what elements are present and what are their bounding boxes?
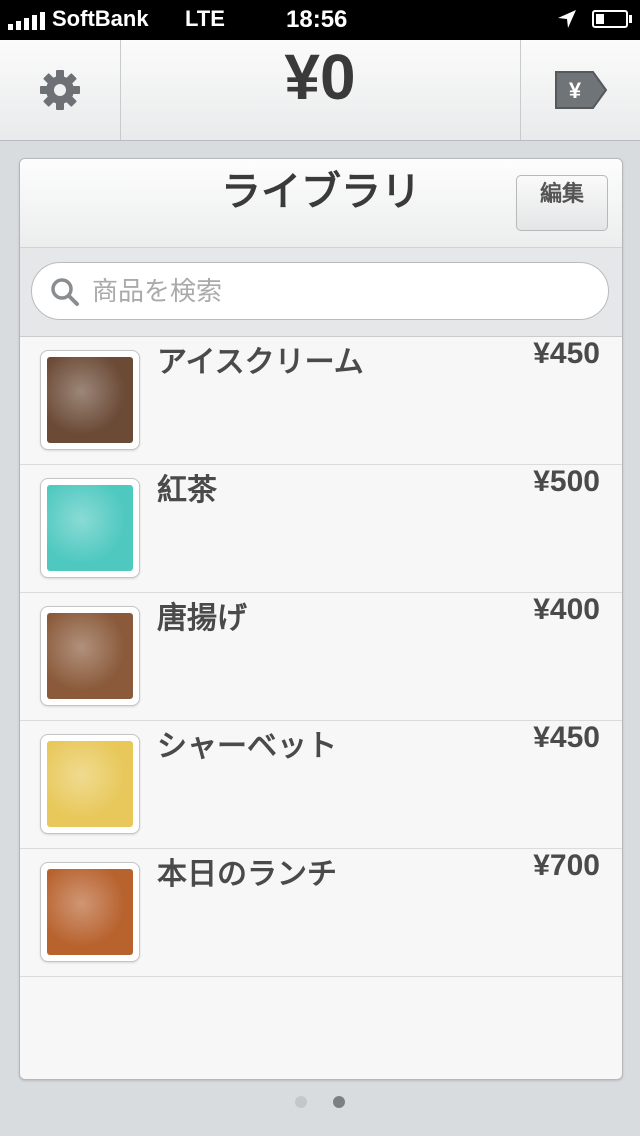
product-price: ¥700 [533,849,600,882]
product-name: シャーベット [157,729,337,764]
search-input[interactable] [90,263,594,321]
product-price: ¥450 [533,337,600,370]
product-image [47,869,133,955]
settings-button[interactable] [0,40,121,140]
product-row[interactable]: シャーベット ¥450 [20,721,622,849]
product-image [47,357,133,443]
product-name: 紅茶 [157,473,217,508]
page-dot-active[interactable] [333,1096,345,1108]
product-name: アイスクリーム [157,345,364,380]
top-bar: ¥0 ¥ [0,40,640,141]
page-indicator[interactable] [0,1096,640,1110]
library-panel: ライブラリ 編集 アイスクリーム ¥450 紅茶 ¥500 唐揚げ ¥400 [19,158,623,1080]
product-price: ¥500 [533,465,600,498]
signal-strength-icon [8,10,45,30]
page-dot[interactable] [295,1096,307,1108]
network-type: LTE [185,6,225,31]
search-field[interactable] [31,262,609,321]
library-header: ライブラリ 編集 [20,159,622,248]
carrier-name: SoftBank [52,6,149,31]
cart-total: ¥0 [284,41,356,113]
search-icon [51,278,79,306]
edit-button[interactable]: 編集 [516,175,608,231]
product-name: 本日のランチ [157,857,337,892]
product-image [47,613,133,699]
yen-tag-icon: ¥ [555,71,608,109]
product-row[interactable]: 唐揚げ ¥400 [20,593,622,721]
product-row[interactable]: 本日のランチ ¥700 [20,849,622,977]
product-image [47,741,133,827]
product-thumbnail [40,478,140,578]
product-list: アイスクリーム ¥450 紅茶 ¥500 唐揚げ ¥400 シャーベット ¥45… [20,337,622,977]
product-price: ¥400 [533,593,600,626]
product-row[interactable]: アイスクリーム ¥450 [20,337,622,465]
product-price: ¥450 [533,721,600,754]
product-image [47,485,133,571]
gear-icon [40,70,80,110]
product-thumbnail [40,350,140,450]
product-thumbnail [40,862,140,962]
product-thumbnail [40,606,140,706]
battery-icon [592,10,628,28]
product-name: 唐揚げ [157,601,247,636]
yen-symbol: ¥ [569,78,582,103]
search-bar [20,248,622,337]
checkout-button[interactable]: ¥ [520,40,640,140]
product-row[interactable]: 紅茶 ¥500 [20,465,622,593]
status-time: 18:56 [286,6,348,33]
status-bar: SoftBank LTE 18:56 [0,0,640,40]
product-thumbnail [40,734,140,834]
location-arrow-icon [558,10,576,28]
